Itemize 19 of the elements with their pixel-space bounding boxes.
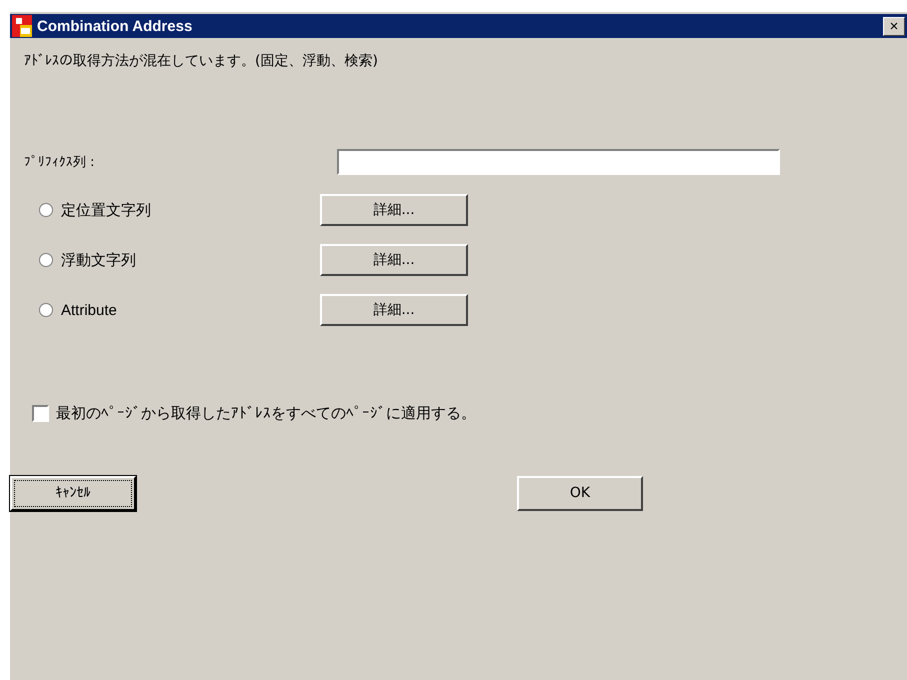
details-button[interactable]: 詳細... [320, 244, 468, 276]
cancel-button[interactable]: ｷｬﾝｾﾙ [10, 476, 136, 510]
checkbox[interactable] [32, 404, 49, 422]
ok-button[interactable]: OK [517, 476, 643, 510]
radio-button[interactable] [39, 303, 53, 317]
radio-button[interactable] [39, 203, 53, 217]
radio-button[interactable] [39, 253, 53, 267]
field-label: ﾌﾟﾘﾌｨｸｽ列 : [24, 154, 96, 171]
close-button[interactable]: × [883, 16, 905, 36]
checkbox-label: 最初のﾍﾟｰｼﾞから取得したｱﾄﾞﾚｽをすべてのﾍﾟｰｼﾞに適用する。 [56, 404, 476, 422]
prefix-input-field[interactable] [337, 149, 780, 175]
option-label: 定位置文字列 [61, 200, 152, 220]
app-logo-icon [12, 15, 32, 37]
window-title: Combination Address [37, 18, 194, 34]
message-text: ｱﾄﾞﾚｽの取得方法が混在しています。(固定、浮動、検索) [24, 52, 379, 71]
option-label: 浮動文字列 [61, 250, 137, 270]
details-button[interactable]: 詳細... [320, 194, 468, 226]
option-label: Attribute [61, 302, 118, 318]
details-button[interactable]: 詳細... [320, 294, 468, 326]
